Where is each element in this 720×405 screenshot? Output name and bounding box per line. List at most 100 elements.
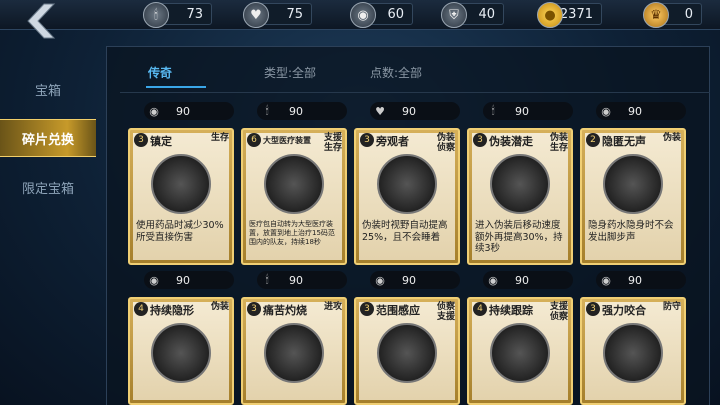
skill-card[interactable]: 3 伪装潜走 伪装 生存 进入伪装后移动速度额外再提高30%，持续3秒	[467, 128, 573, 265]
price-value: 90	[515, 273, 529, 287]
trophy-icon: ♛	[643, 2, 669, 28]
tab-type-filter[interactable]: 类型:全部	[264, 64, 316, 81]
price-tag[interactable]: ◉ 90	[596, 102, 686, 120]
card-level-badge: 4	[134, 302, 148, 316]
price-tag[interactable]: 🕯 90	[257, 271, 347, 289]
price-tag[interactable]: 🕯 90	[483, 102, 573, 120]
resource-counter: ♛ 0	[643, 2, 702, 28]
eye-icon: ◉	[149, 273, 159, 287]
resource-value: 2371	[559, 6, 593, 22]
card-level-badge: 3	[360, 302, 374, 316]
price-value: 90	[402, 104, 416, 118]
skill-card[interactable]: 6 大型医疗装置 支援 生存 医疗包自动转为大型医疗装置，放置到地上治疗15码范围内的队…	[241, 128, 347, 265]
price-tag[interactable]: ◉ 90	[483, 271, 573, 289]
stamina-icon: 🕯	[265, 104, 269, 117]
card-category: 伪装	[210, 302, 229, 312]
card-description: 使用药品时减少30%所受直接伤害	[136, 220, 224, 243]
bear-trap-icon	[603, 323, 663, 383]
medkit-icon	[151, 154, 211, 214]
card-level-badge: 3	[247, 302, 261, 316]
price-tag[interactable]: ◉ 90	[144, 102, 234, 120]
card-category: 伪装	[662, 133, 681, 143]
card-name: 伪装潜走	[489, 135, 533, 148]
price-tag[interactable]: ◉ 90	[144, 271, 234, 289]
nav-item-treasure-box[interactable]: 宝箱	[0, 70, 96, 108]
card-name: 持续跟踪	[489, 304, 533, 317]
resource-counter: 🕯 73	[143, 2, 212, 28]
skill-card[interactable]: 3 范围感应 侦察 支援	[354, 297, 460, 405]
tab-points-filter[interactable]: 点数:全部	[370, 64, 422, 81]
price-value: 90	[402, 273, 416, 287]
radar-icon	[377, 323, 437, 383]
tire-stack-icon	[490, 154, 550, 214]
card-name: 强力咬合	[602, 304, 646, 317]
card-name: 隐匿无声	[602, 135, 646, 148]
card-name: 持续隐形	[150, 304, 194, 317]
price-tag[interactable]: ◉ 90	[370, 271, 460, 289]
nav-label: 宝箱	[34, 83, 61, 99]
skill-card[interactable]: 3 痛苦灼烧 进攻	[241, 297, 347, 405]
card-category: 进攻	[323, 302, 342, 312]
eye-icon: ◉	[601, 273, 611, 287]
nav-label: 碎片兑换	[21, 132, 74, 148]
card-description: 进入伪装后移动速度额外再提高30%，持续3秒	[475, 220, 563, 254]
skill-card[interactable]: 3 镇定 生存使用药品时减少30%所受直接伤害	[128, 128, 234, 265]
card-level-badge: 3	[360, 133, 374, 147]
eye-icon: ◉	[488, 273, 498, 287]
back-button[interactable]	[20, 2, 62, 40]
back-arrow-icon	[27, 3, 56, 39]
price-value: 90	[176, 104, 190, 118]
bottle-icon	[264, 323, 324, 383]
card-level-badge: 4	[473, 302, 487, 316]
skill-card[interactable]: 2 隐匿无声 伪装隐身药水隐身时不会发出脚步声	[580, 128, 686, 265]
card-category: 生存	[210, 133, 229, 143]
syringe-icon	[603, 154, 663, 214]
price-tag[interactable]: ♥ 90	[370, 102, 460, 120]
coin-icon: ●	[537, 2, 563, 28]
eye-icon: ◉	[149, 104, 159, 118]
card-level-badge: 3	[473, 133, 487, 147]
card-level-badge: 3	[134, 133, 148, 147]
resource-counter: ♥ 75	[243, 2, 312, 28]
skill-card[interactable]: 3 强力咬合 防守	[580, 297, 686, 405]
resource-value: 0	[684, 6, 693, 22]
skill-card[interactable]: 4 持续隐形 伪装	[128, 297, 234, 405]
card-category: 伪装 侦察	[436, 133, 455, 153]
medical-device-icon	[264, 154, 324, 214]
eye-icon: ◉	[601, 104, 611, 118]
card-category: 支援 侦察	[549, 302, 568, 322]
skill-card[interactable]: 3 旁观者 伪装 侦察伪装时视野自动提高25%，且不会睡着	[354, 128, 460, 265]
card-level-badge: 2	[586, 133, 600, 147]
resource-counter: ◉ 60	[350, 2, 413, 28]
price-value: 90	[176, 273, 190, 287]
price-tag[interactable]: ◉ 90	[596, 271, 686, 289]
heart-icon: ♥	[375, 104, 385, 118]
card-description: 隐身药水隐身时不会发出脚步声	[588, 220, 674, 243]
resource-counter: ⛨ 40	[441, 2, 504, 28]
skill-card[interactable]: 4 持续跟踪 支援 侦察	[467, 297, 573, 405]
stamina-icon: 🕯	[265, 273, 269, 286]
price-tag[interactable]: 🕯 90	[257, 102, 347, 120]
shield-icon: ⛨	[441, 2, 467, 28]
card-level-badge: 6	[247, 133, 261, 147]
tab-legendary[interactable]: 传奇	[148, 64, 172, 81]
card-description: 伪装时视野自动提高25%，且不会睡着	[362, 220, 448, 243]
resource-value: 73	[186, 6, 203, 22]
active-tab-underline	[146, 86, 206, 88]
invisibility-syringe-icon	[151, 323, 211, 383]
resource-value: 40	[478, 6, 495, 22]
tracker-icon	[490, 323, 550, 383]
tire-eye-icon	[377, 154, 437, 214]
card-level-badge: 3	[586, 302, 600, 316]
card-category: 侦察 支援	[436, 302, 455, 322]
card-description: 医疗包自动转为大型医疗装置，放置到地上治疗15码范围内的队友，持续18秒	[249, 220, 335, 246]
nav-item-limited-box[interactable]: 限定宝箱	[0, 168, 96, 206]
price-value: 90	[515, 104, 529, 118]
card-name: 痛苦灼烧	[263, 304, 307, 317]
nav-item-fragment-exchange[interactable]: 碎片兑换	[0, 119, 96, 157]
stamina-icon: 🕯	[491, 104, 495, 117]
card-name: 镇定	[150, 135, 172, 148]
card-name: 旁观者	[376, 135, 409, 148]
heart-icon: ♥	[243, 2, 269, 28]
price-value: 90	[289, 104, 303, 118]
